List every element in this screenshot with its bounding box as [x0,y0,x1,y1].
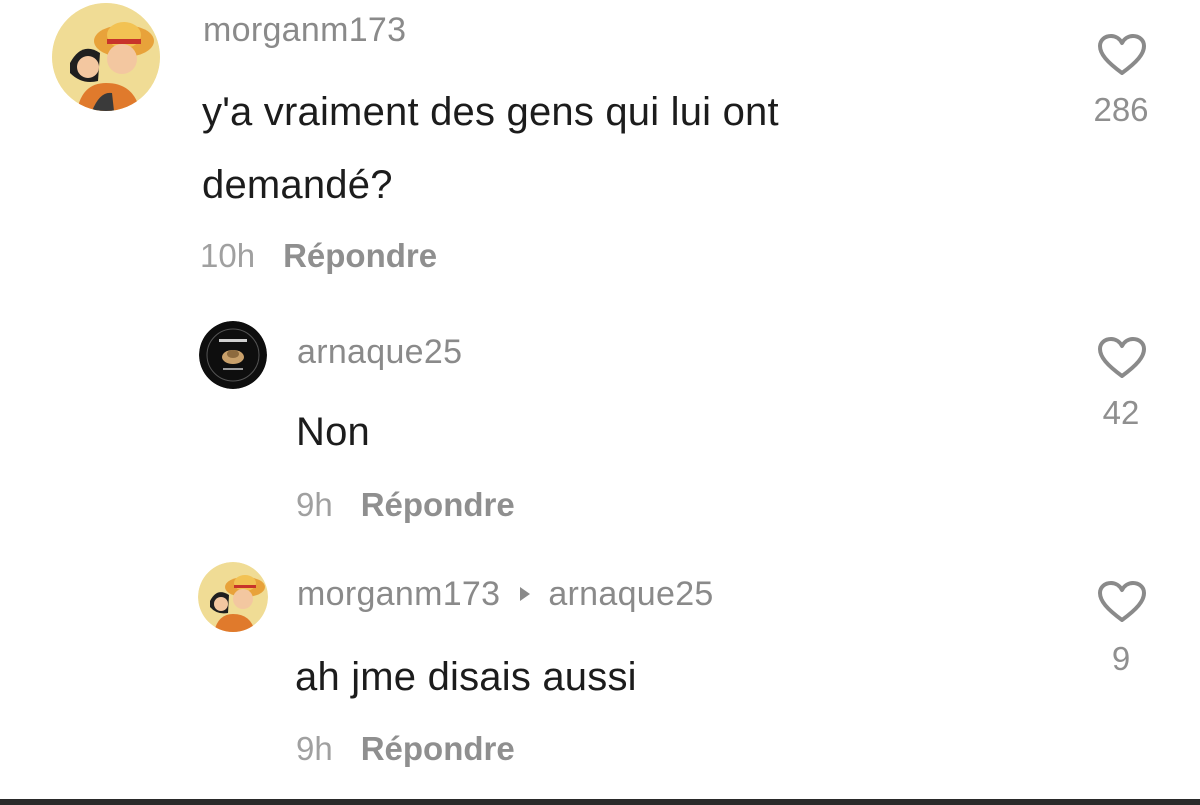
reply-button[interactable]: Répondre [361,486,515,523]
avatar[interactable] [199,321,267,389]
comment-meta: 9h Répondre [296,730,515,768]
comment-timestamp: 9h [296,486,333,523]
heart-icon[interactable] [1097,336,1147,380]
anime-character-avatar-icon [198,562,268,632]
comment-meta: 9h Répondre [296,486,515,524]
comment-username[interactable]: arnaque25 [297,333,462,372]
comment-username: morganm173 arnaque25 [297,575,714,614]
anime-character-avatar-icon [52,3,160,111]
comment-text-line: y'a vraiment des gens qui lui ont [202,90,779,134]
reply-author[interactable]: morganm173 [297,575,500,613]
avatar[interactable] [198,562,268,632]
comment-timestamp: 9h [296,730,333,767]
like-count: 42 [1102,394,1140,431]
heart-icon[interactable] [1097,33,1147,77]
like-count: 286 [1093,91,1149,128]
reply-arrow-icon [520,587,531,602]
heart-icon[interactable] [1097,580,1147,624]
bottom-border [0,799,1200,805]
comment-meta: 10h Répondre [200,237,437,275]
comment-timestamp: 10h [200,237,256,274]
comment-text: y'a vraiment des gens qui lui ont demand… [202,76,779,222]
comments-screen: morganm173 y'a vraiment des gens qui lui… [0,0,1200,805]
comment-text: Non [296,410,370,454]
comment-username[interactable]: morganm173 [203,11,406,50]
avatar[interactable] [52,3,160,111]
comment-text-line: demandé? [202,163,393,207]
reply-button[interactable]: Répondre [283,237,437,274]
reply-target[interactable]: arnaque25 [548,575,713,613]
like-count: 9 [1111,640,1131,677]
reply-button[interactable]: Répondre [361,730,515,767]
comment-text: ah jme disais aussi [295,655,637,699]
dark-logo-avatar-icon [199,321,267,389]
